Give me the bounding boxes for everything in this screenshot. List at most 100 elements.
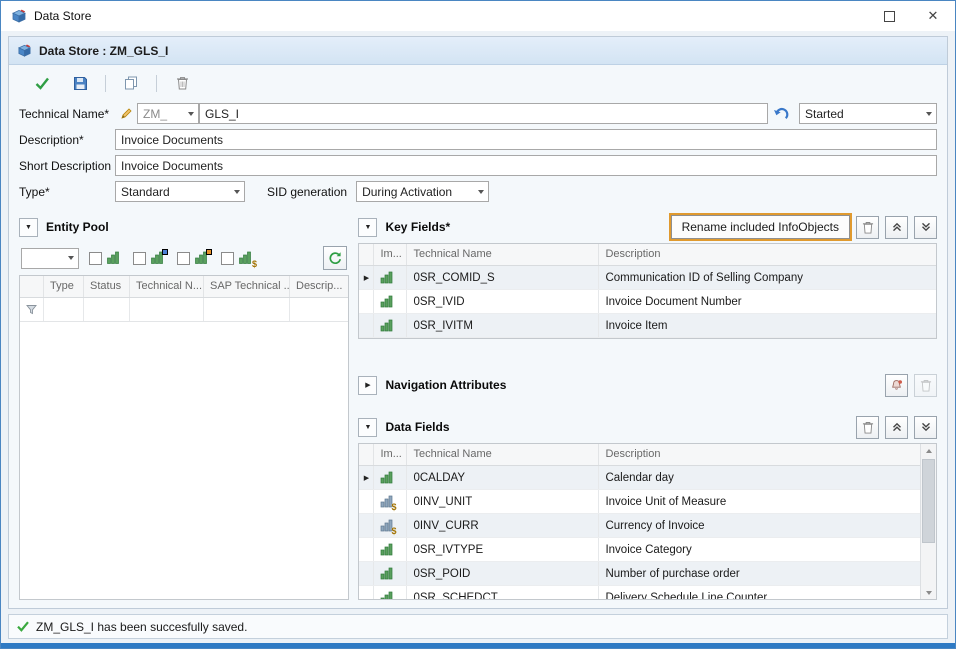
entity-col-status[interactable]: Status xyxy=(84,276,130,297)
key-fields-delete-button[interactable] xyxy=(856,216,879,239)
data-field-row[interactable]: $ 0INV_CURR Currency of Invoice xyxy=(359,514,921,538)
navigation-attributes-delete-button[interactable] xyxy=(914,374,937,397)
key-col-import[interactable]: Im... xyxy=(374,244,407,265)
description-row: Description* xyxy=(19,129,937,150)
status-message: ZM_GLS_I has been succesfully saved. xyxy=(36,620,247,634)
collapse-key-fields-button[interactable]: ▼ xyxy=(358,218,377,237)
collapse-icon: ▼ xyxy=(365,224,372,231)
filter-cell-type[interactable] xyxy=(44,298,84,321)
technical-name-cell: 0INV_UNIT xyxy=(407,490,599,513)
entity-col-technical-name[interactable]: Technical N... xyxy=(130,276,204,297)
key-fields-move-down-button[interactable] xyxy=(914,216,937,239)
window-border-bottom xyxy=(1,643,955,648)
vertical-scrollbar[interactable] xyxy=(920,444,936,599)
data-field-row[interactable]: ▶ $ 0CALDAY Calendar day xyxy=(359,466,921,490)
row-expander-icon[interactable]: ▶ xyxy=(359,266,374,289)
key-col-technical-name[interactable]: Technical Name xyxy=(407,244,599,265)
data-fields-grid: Im... Technical Name Description ▶ $ 0CA… xyxy=(358,443,937,600)
chevron-down-icon xyxy=(473,190,488,194)
data-field-row[interactable]: $ 0SR_SCHEDCT Delivery Schedule Line Cou… xyxy=(359,586,921,600)
data-col-description[interactable]: Description xyxy=(599,444,921,465)
infoobject-icon: $ xyxy=(380,471,393,484)
filter-cell-sap-technical-name[interactable] xyxy=(204,298,290,321)
filter-key-figure-checkbox[interactable] xyxy=(221,252,234,265)
technical-name-prefix-combo[interactable]: ZM_ xyxy=(137,103,199,124)
navigation-attributes-alert-button[interactable] xyxy=(885,374,908,397)
sid-generation-combo[interactable]: During Activation xyxy=(356,181,489,202)
key-col-selector[interactable] xyxy=(359,244,374,265)
expand-navigation-attributes-button[interactable]: ▶ xyxy=(358,376,377,395)
filter-group-time-characteristic xyxy=(177,250,211,266)
scroll-down-icon[interactable] xyxy=(921,586,936,599)
trash-icon xyxy=(862,221,874,234)
unit-infoobject-icon: $ xyxy=(380,495,393,508)
data-field-row[interactable]: $ 0SR_POID Number of purchase order xyxy=(359,562,921,586)
status-combo[interactable]: Started xyxy=(799,103,937,124)
maximize-button[interactable] xyxy=(867,1,911,31)
collapse-data-fields-button[interactable]: ▼ xyxy=(358,418,377,437)
window-title: Data Store xyxy=(34,9,91,23)
filter-characteristic-checkbox[interactable] xyxy=(89,252,102,265)
infoobject-icon: $ xyxy=(380,567,393,580)
key-field-row[interactable]: $ 0SR_IVID Invoice Document Number xyxy=(359,290,936,314)
filter-time-characteristic-checkbox[interactable] xyxy=(177,252,190,265)
navigation-attributes-header: ▶ Navigation Attributes xyxy=(358,371,937,399)
save-icon xyxy=(73,76,88,91)
edit-technical-name-button[interactable] xyxy=(115,103,137,124)
data-store-icon xyxy=(11,8,27,24)
entity-col-type[interactable]: Type xyxy=(44,276,84,297)
key-figure-filter-icon: $ xyxy=(238,250,255,266)
activate-button[interactable] xyxy=(29,70,55,96)
filter-cell-description[interactable] xyxy=(290,298,348,321)
rename-included-infoobjects-button[interactable]: Rename included InfoObjects xyxy=(671,215,850,239)
data-fields-move-up-button[interactable] xyxy=(885,416,908,439)
filter-group-characteristic xyxy=(89,250,123,266)
entity-col-sap-technical-name[interactable]: SAP Technical ... xyxy=(204,276,290,297)
import-cell: $ xyxy=(374,514,407,537)
collapse-entity-pool-button[interactable]: ▼ xyxy=(19,218,38,237)
short-description-input[interactable] xyxy=(115,155,937,176)
close-button[interactable]: ✕ xyxy=(911,1,955,31)
undo-button[interactable] xyxy=(768,103,794,124)
type-combo[interactable]: Standard xyxy=(115,181,245,202)
filter-attribute-checkbox[interactable] xyxy=(133,252,146,265)
attribute-filter-icon xyxy=(150,250,167,266)
infoobject-icon: $ xyxy=(380,271,393,284)
delete-button[interactable] xyxy=(169,70,195,96)
entity-col-description[interactable]: Descrip... xyxy=(290,276,348,297)
row-expander-icon[interactable]: ▶ xyxy=(359,466,374,489)
key-field-row[interactable]: ▶ $ 0SR_COMID_S Communication ID of Sell… xyxy=(359,266,936,290)
data-col-technical-name[interactable]: Technical Name xyxy=(407,444,599,465)
key-fields-move-up-button[interactable] xyxy=(885,216,908,239)
entity-pool-grid: Type Status Technical N... SAP Technical… xyxy=(19,275,349,600)
data-field-row[interactable]: $ 0INV_UNIT Invoice Unit of Measure xyxy=(359,490,921,514)
filter-cell-technical-name[interactable] xyxy=(130,298,204,321)
data-col-selector[interactable] xyxy=(359,444,374,465)
status-bar: ZM_GLS_I has been succesfully saved. xyxy=(8,614,948,639)
refresh-button[interactable] xyxy=(323,246,347,270)
entity-pool-filter-row[interactable] xyxy=(20,298,348,322)
key-field-row[interactable]: $ 0SR_IVITM Invoice Item xyxy=(359,314,936,338)
data-col-import[interactable]: Im... xyxy=(374,444,407,465)
type-label: Type* xyxy=(19,185,115,199)
entity-pool-filter-combo[interactable] xyxy=(21,248,79,269)
entity-pool-empty-area[interactable] xyxy=(20,322,348,599)
save-button[interactable] xyxy=(67,70,93,96)
data-fields-delete-button[interactable] xyxy=(856,416,879,439)
navigation-attributes-title: Navigation Attributes xyxy=(385,378,506,392)
entity-pool-section: ▼ Entity Pool xyxy=(19,213,349,600)
data-fields-move-down-button[interactable] xyxy=(914,416,937,439)
scroll-up-icon[interactable] xyxy=(921,444,936,457)
technical-name-input[interactable] xyxy=(199,103,768,124)
technical-name-cell: 0SR_IVTYPE xyxy=(407,538,599,561)
entity-col-selector[interactable] xyxy=(20,276,44,297)
data-field-row[interactable]: $ 0SR_IVTYPE Invoice Category xyxy=(359,538,921,562)
scrollbar-thumb[interactable] xyxy=(922,459,935,543)
filter-cell-status[interactable] xyxy=(84,298,130,321)
description-input[interactable] xyxy=(115,129,937,150)
main-panel: Data Store : ZM_GLS_I xyxy=(8,36,948,609)
copy-button[interactable] xyxy=(118,70,144,96)
row-expander-slot xyxy=(359,586,374,600)
key-col-description[interactable]: Description xyxy=(599,244,936,265)
maximize-icon xyxy=(884,11,895,22)
